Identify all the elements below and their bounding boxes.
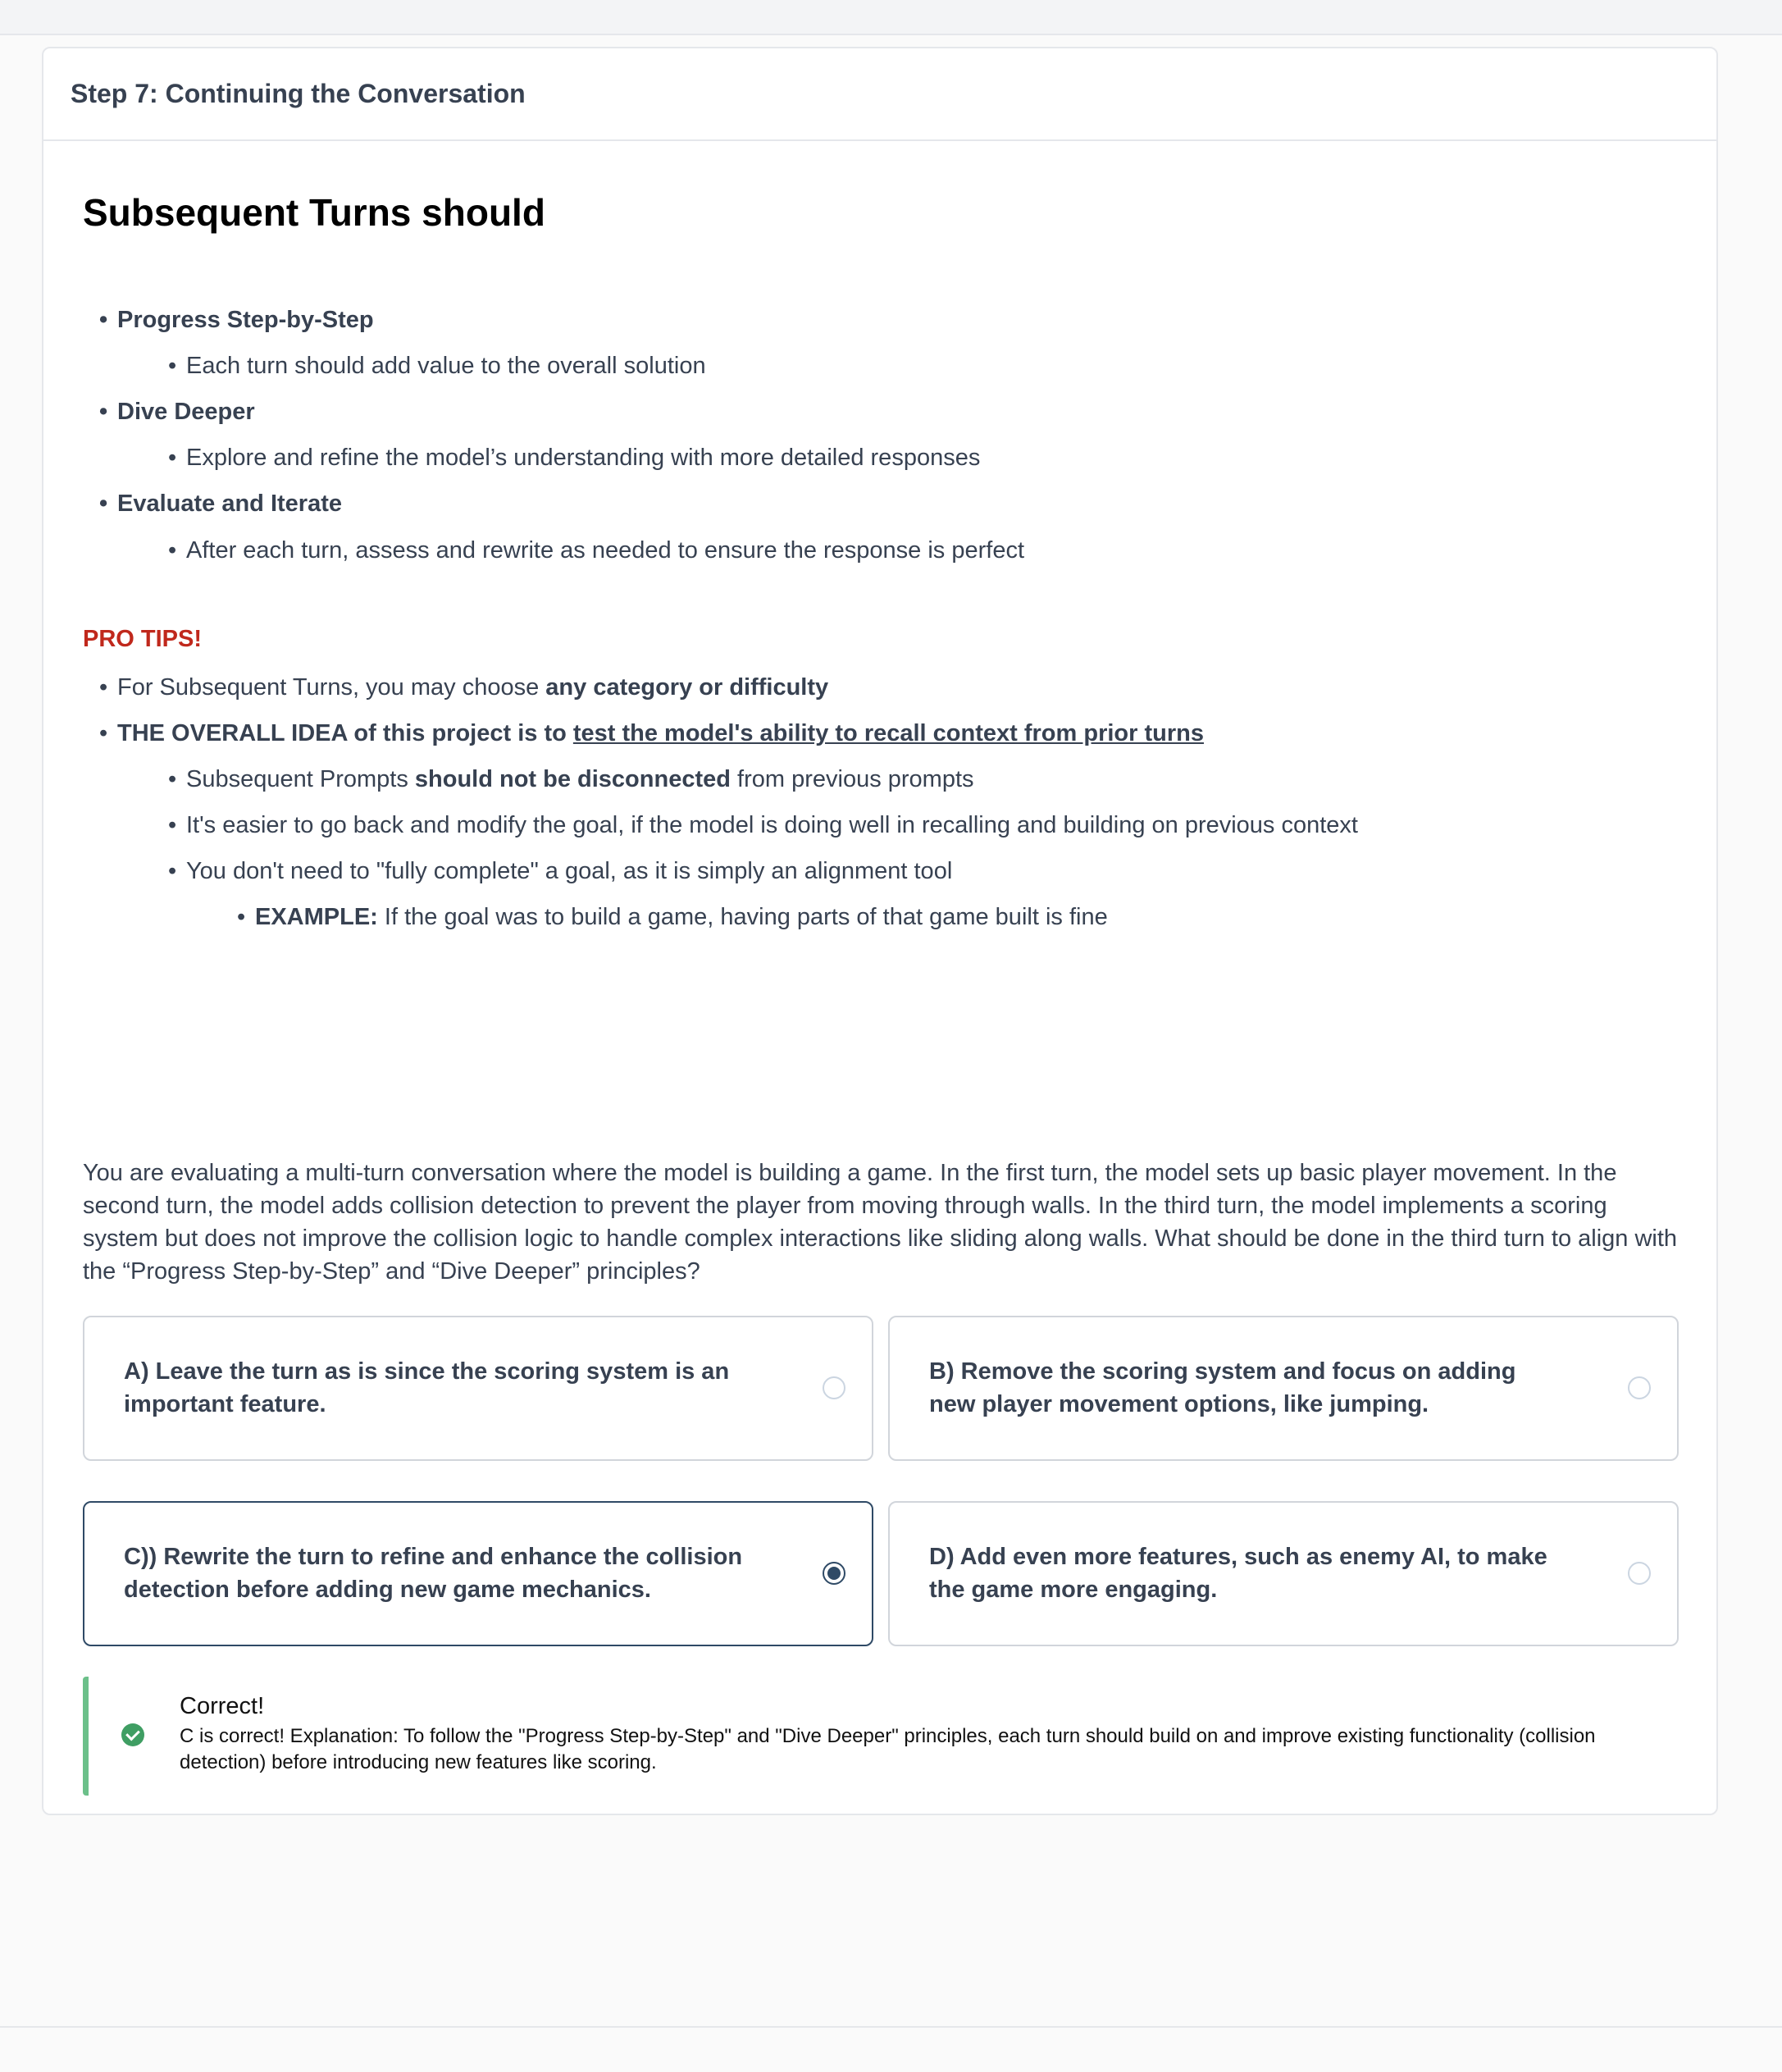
tip-bold: should not be disconnected <box>414 766 731 792</box>
option-label: B) Remove the scoring system and focus o… <box>929 1358 1516 1417</box>
option-a[interactable]: A) Leave the turn as is since the scorin… <box>83 1316 873 1461</box>
option-c[interactable]: C)) Rewrite the turn to refine and enhan… <box>83 1501 873 1646</box>
check-circle-icon <box>121 1723 144 1746</box>
radio-button[interactable] <box>1628 1376 1651 1399</box>
feedback-title: Correct! <box>180 1693 265 1719</box>
step-card: Step 7: Continuing the Conversation Subs… <box>42 47 1718 1815</box>
tip-underline: test the model's ability to recall conte… <box>572 720 1204 746</box>
tip-subitem: You don't need to "fully complete" a goa… <box>168 855 952 888</box>
radio-button[interactable] <box>823 1562 845 1585</box>
card-header: Step 7: Continuing the Conversation <box>43 48 1716 141</box>
top-bar <box>0 0 1782 35</box>
tip-bold: THE OVERALL IDEA of this project is to <box>117 720 573 746</box>
tip-subitem: It's easier to go back and modify the go… <box>168 809 1358 842</box>
feedback-banner: Correct! C is correct! Explanation: To f… <box>83 1677 1682 1796</box>
tip-bold: any category or difficulty <box>545 674 829 701</box>
option-b[interactable]: B) Remove the scoring system and focus o… <box>888 1316 1679 1461</box>
question-text: You are evaluating a multi-turn conversa… <box>83 1160 1678 1285</box>
radio-button[interactable] <box>823 1376 845 1399</box>
tip-text: Subsequent Prompts <box>186 766 415 792</box>
tip-text: For Subsequent Turns, you may choose <box>117 674 546 701</box>
tip-example: EXAMPLE: If the goal was to build a game… <box>237 901 1108 933</box>
example-text: If the goal was to build a game, having … <box>377 904 1108 930</box>
option-d[interactable]: D) Add even more features, such as enemy… <box>888 1501 1679 1646</box>
feedback-text: C is correct! Explanation: To follow the… <box>180 1725 1596 1773</box>
radio-button[interactable] <box>1628 1562 1651 1585</box>
bottom-divider <box>0 2026 1782 2028</box>
tip-subitem: Subsequent Prompts should not be disconn… <box>168 763 974 796</box>
example-label: EXAMPLE: <box>255 904 378 930</box>
card-body: Subsequent Turns should Progress Step-by… <box>43 141 1716 1814</box>
option-label: D) Add even more features, such as enemy… <box>929 1544 1547 1603</box>
tip-item: For Subsequent Turns, you may choose any… <box>99 671 829 704</box>
option-label: A) Leave the turn as is since the scorin… <box>124 1358 730 1417</box>
tip-text: from previous prompts <box>730 766 974 792</box>
pro-tips-list: For Subsequent Turns, you may choose any… <box>83 141 1682 961</box>
option-label: C)) Rewrite the turn to refine and enhan… <box>124 1544 743 1603</box>
tip-item: THE OVERALL IDEA of this project is to t… <box>99 717 1204 750</box>
card-title: Step 7: Continuing the Conversation <box>71 79 526 108</box>
